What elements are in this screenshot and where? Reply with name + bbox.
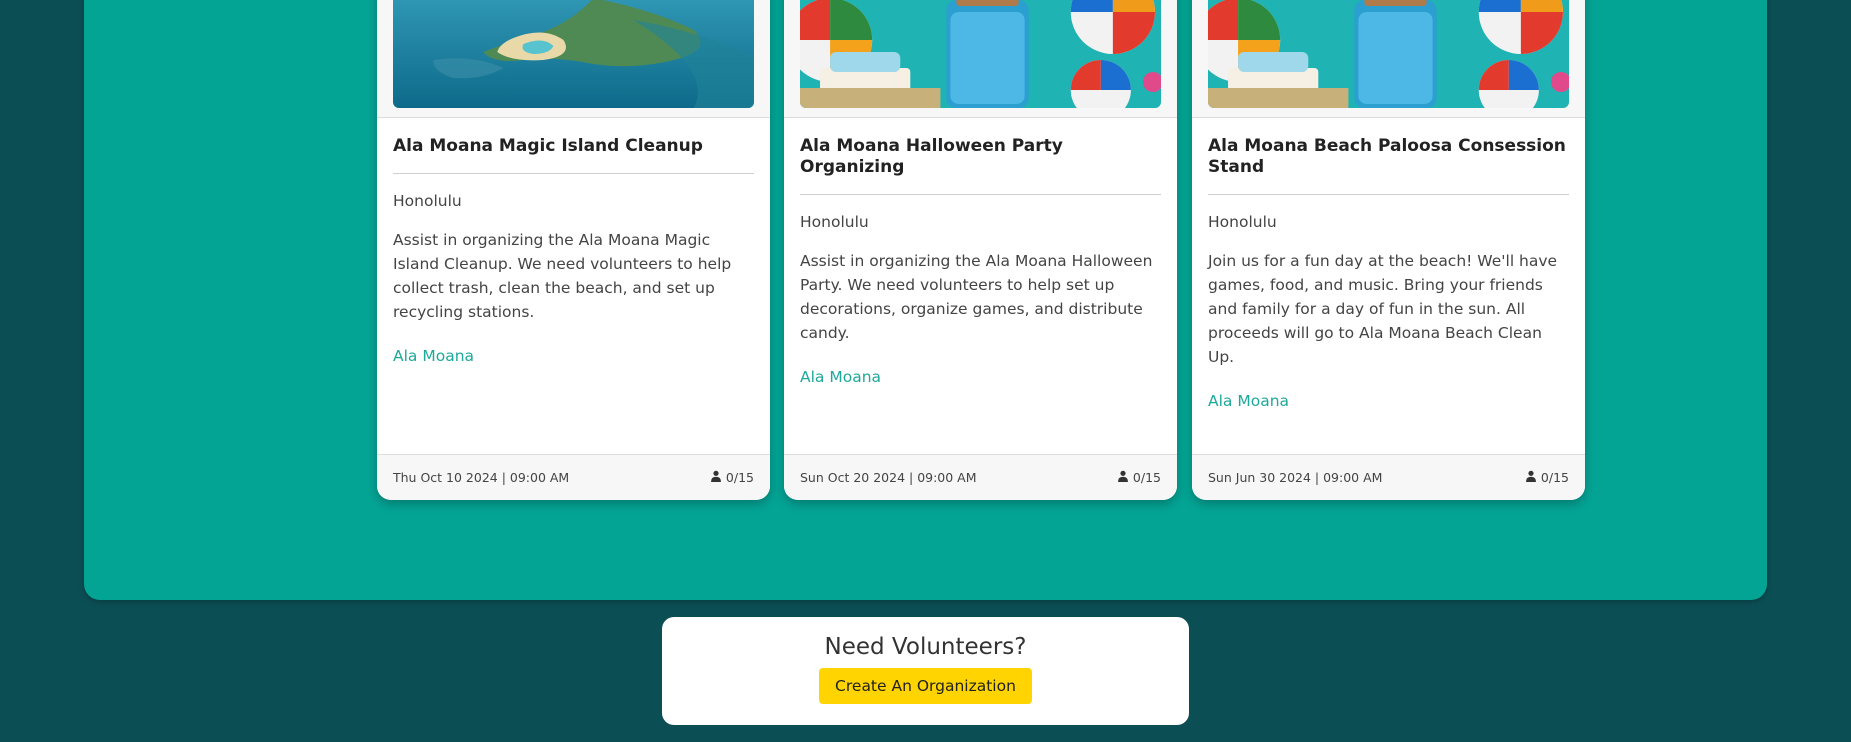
event-image — [800, 0, 1161, 108]
events-panel: Ala Moana Magic Island Cleanup Honolulu … — [84, 0, 1767, 600]
event-datetime: Sun Oct 20 2024 | 09:00 AM — [800, 470, 977, 485]
event-city: Honolulu — [1208, 213, 1277, 231]
organization-link[interactable]: Ala Moana — [800, 368, 881, 386]
event-description: Join us for a fun day at the beach! We'l… — [1208, 252, 1558, 366]
event-card[interactable]: Ala Moana Magic Island Cleanup Honolulu … — [377, 0, 770, 500]
organization-link[interactable]: Ala Moana — [1208, 392, 1289, 410]
event-title[interactable]: Ala Moana Halloween Party Organizing — [800, 136, 1161, 195]
organization-link[interactable]: Ala Moana — [393, 347, 474, 365]
event-card[interactable]: Ala Moana Beach Paloosa Consession Stand… — [1192, 0, 1585, 500]
event-description: Assist in organizing the Ala Moana Magic… — [393, 231, 732, 321]
event-footer: Sun Jun 30 2024 | 09:00 AM 0/15 — [1192, 454, 1585, 500]
event-capacity: 0/15 — [1117, 470, 1161, 485]
event-title[interactable]: Ala Moana Beach Paloosa Consession Stand — [1208, 136, 1569, 195]
event-city: Honolulu — [393, 192, 462, 210]
create-organization-button[interactable]: Create An Organization — [819, 668, 1032, 704]
event-datetime: Thu Oct 10 2024 | 09:00 AM — [393, 470, 570, 485]
event-city: Honolulu — [800, 213, 869, 231]
person-icon — [1117, 470, 1129, 485]
event-datetime: Sun Jun 30 2024 | 09:00 AM — [1208, 470, 1383, 485]
event-image-frame — [377, 0, 770, 118]
capacity-count: 0/15 — [1132, 470, 1161, 485]
event-card[interactable]: Ala Moana Halloween Party Organizing Hon… — [784, 0, 1177, 500]
need-volunteers-card: Need Volunteers? Create An Organization — [662, 617, 1189, 725]
person-icon — [710, 470, 722, 485]
cta-title: Need Volunteers? — [824, 634, 1027, 660]
event-description: Assist in organizing the Ala Moana Hallo… — [800, 252, 1153, 342]
event-image-frame — [784, 0, 1177, 118]
person-icon — [1525, 470, 1537, 485]
event-footer: Sun Oct 20 2024 | 09:00 AM 0/15 — [784, 454, 1177, 500]
event-capacity: 0/15 — [1525, 470, 1569, 485]
event-title[interactable]: Ala Moana Magic Island Cleanup — [393, 136, 754, 174]
event-image-frame — [1192, 0, 1585, 118]
event-image — [393, 0, 754, 108]
capacity-count: 0/15 — [725, 470, 754, 485]
capacity-count: 0/15 — [1540, 470, 1569, 485]
event-image — [1208, 0, 1569, 108]
event-capacity: 0/15 — [710, 470, 754, 485]
event-footer: Thu Oct 10 2024 | 09:00 AM 0/15 — [377, 454, 770, 500]
